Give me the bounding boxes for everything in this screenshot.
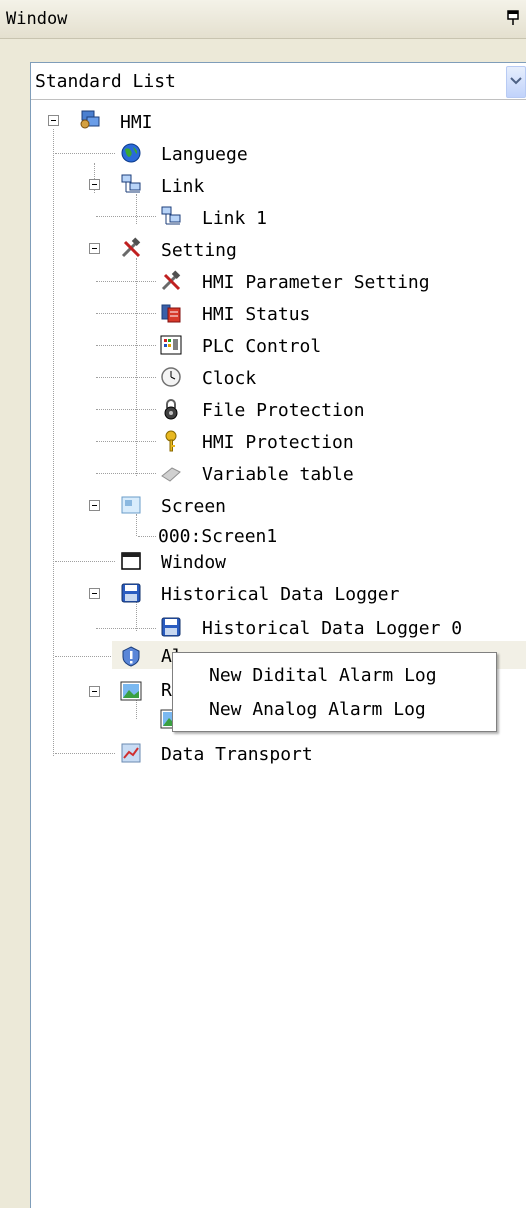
key-icon bbox=[165, 430, 177, 452]
tree-item-label: PLC Control bbox=[202, 336, 322, 357]
tree-item-label: Screen bbox=[161, 496, 227, 517]
globe-icon bbox=[121, 143, 141, 163]
picture-icon bbox=[120, 681, 142, 701]
menu-item-new-analog-alarm-log[interactable]: New Analog Alarm Log bbox=[209, 699, 426, 720]
tree-item-label: HMI Status bbox=[202, 304, 311, 325]
tree-item-label: 000:Screen1 bbox=[158, 526, 278, 547]
floppy-disk-icon bbox=[161, 617, 181, 637]
context-menu: New Didital Alarm Log New Analog Alarm L… bbox=[172, 652, 497, 732]
shield-alert-icon bbox=[122, 646, 140, 667]
status-icon bbox=[161, 304, 181, 323]
floppy-disk-icon bbox=[121, 583, 141, 603]
tree-item-label: HMI bbox=[120, 112, 153, 133]
clock-icon bbox=[161, 367, 181, 387]
lock-icon bbox=[164, 399, 178, 420]
hmi-collapse-toggle[interactable] bbox=[48, 115, 59, 126]
hmi-icon bbox=[80, 110, 100, 129]
historical-data-logger-collapse-toggle[interactable] bbox=[89, 588, 100, 599]
tools-icon bbox=[121, 237, 141, 258]
tree-item-label: R bbox=[161, 680, 172, 701]
table-icon bbox=[161, 467, 181, 482]
tree-item-label: Variable table bbox=[202, 464, 354, 485]
tree-item-label: Historical Data Logger 0 bbox=[202, 618, 463, 639]
tools-icon bbox=[161, 270, 181, 291]
network-icon bbox=[121, 174, 141, 193]
tree-item-label: Languege bbox=[161, 144, 248, 165]
tree-item-label: Link bbox=[161, 176, 205, 197]
data-transport-icon bbox=[121, 743, 141, 763]
setting-collapse-toggle[interactable] bbox=[89, 243, 100, 254]
screen-collapse-toggle[interactable] bbox=[89, 500, 100, 511]
tree-item-label: Historical Data Logger bbox=[161, 584, 400, 605]
network-icon bbox=[161, 206, 181, 225]
project-tree: HMI Languege Link Link 1 Setting HMI Par… bbox=[0, 0, 526, 1207]
tree-item-label: Data Transport bbox=[161, 744, 313, 765]
link-collapse-toggle[interactable] bbox=[89, 179, 100, 190]
window-icon bbox=[121, 552, 141, 570]
tree-item-label: Link 1 bbox=[202, 208, 268, 229]
menu-item-new-digital-alarm-log[interactable]: New Didital Alarm Log bbox=[209, 665, 437, 686]
tree-item-label: Clock bbox=[202, 368, 257, 389]
plc-control-icon bbox=[160, 335, 182, 355]
recipe-collapse-toggle[interactable] bbox=[89, 686, 100, 697]
tree-item-label: HMI Parameter Setting bbox=[202, 272, 430, 293]
tree-item-label: Setting bbox=[161, 240, 237, 261]
tree-item-label: HMI Protection bbox=[202, 432, 354, 453]
tree-item-label: File Protection bbox=[202, 400, 365, 421]
screen-icon bbox=[121, 496, 141, 514]
tree-item-label: Window bbox=[161, 552, 227, 573]
